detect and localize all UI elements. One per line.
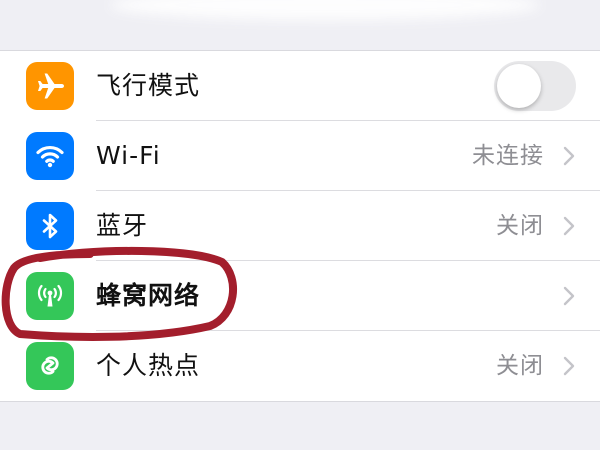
bluetooth-label: 蓝牙 [96,211,149,240]
settings-screen: 飞行模式 Wi-Fi 未连接 蓝牙 关闭 蜂窝网络 个人热点 关闭 [0,0,600,450]
bluetooth-status-value: 关闭 [496,213,544,239]
chevron-right-icon [563,216,575,236]
bluetooth-icon [26,202,74,250]
settings-row-airplane-mode: 飞行模式 [0,51,600,121]
settings-row-bluetooth[interactable]: 蓝牙 关闭 [0,191,600,261]
cellular-antenna-icon [26,272,74,320]
personal-hotspot-label: 个人热点 [96,351,201,380]
settings-group: 飞行模式 Wi-Fi 未连接 蓝牙 关闭 蜂窝网络 个人热点 关闭 [0,50,600,402]
airplane-mode-label: 飞行模式 [96,71,201,100]
chevron-right-icon [563,146,575,166]
toggle-knob [497,64,541,108]
settings-row-wifi[interactable]: Wi-Fi 未连接 [0,121,600,191]
blur-smear [110,0,540,20]
personal-hotspot-icon [26,342,74,390]
personal-hotspot-status-value: 关闭 [496,353,544,379]
wifi-icon [26,132,74,180]
wifi-label: Wi-Fi [96,141,161,170]
chevron-right-icon [563,286,575,306]
chevron-right-icon [563,356,575,376]
cellular-label: 蜂窝网络 [96,281,201,310]
wifi-status-value: 未连接 [472,143,544,169]
airplane-icon [26,62,74,110]
airplane-mode-toggle[interactable] [494,61,576,111]
settings-row-personal-hotspot[interactable]: 个人热点 关闭 [0,331,600,401]
settings-row-cellular[interactable]: 蜂窝网络 [0,261,600,331]
top-blurred-area [0,0,600,48]
